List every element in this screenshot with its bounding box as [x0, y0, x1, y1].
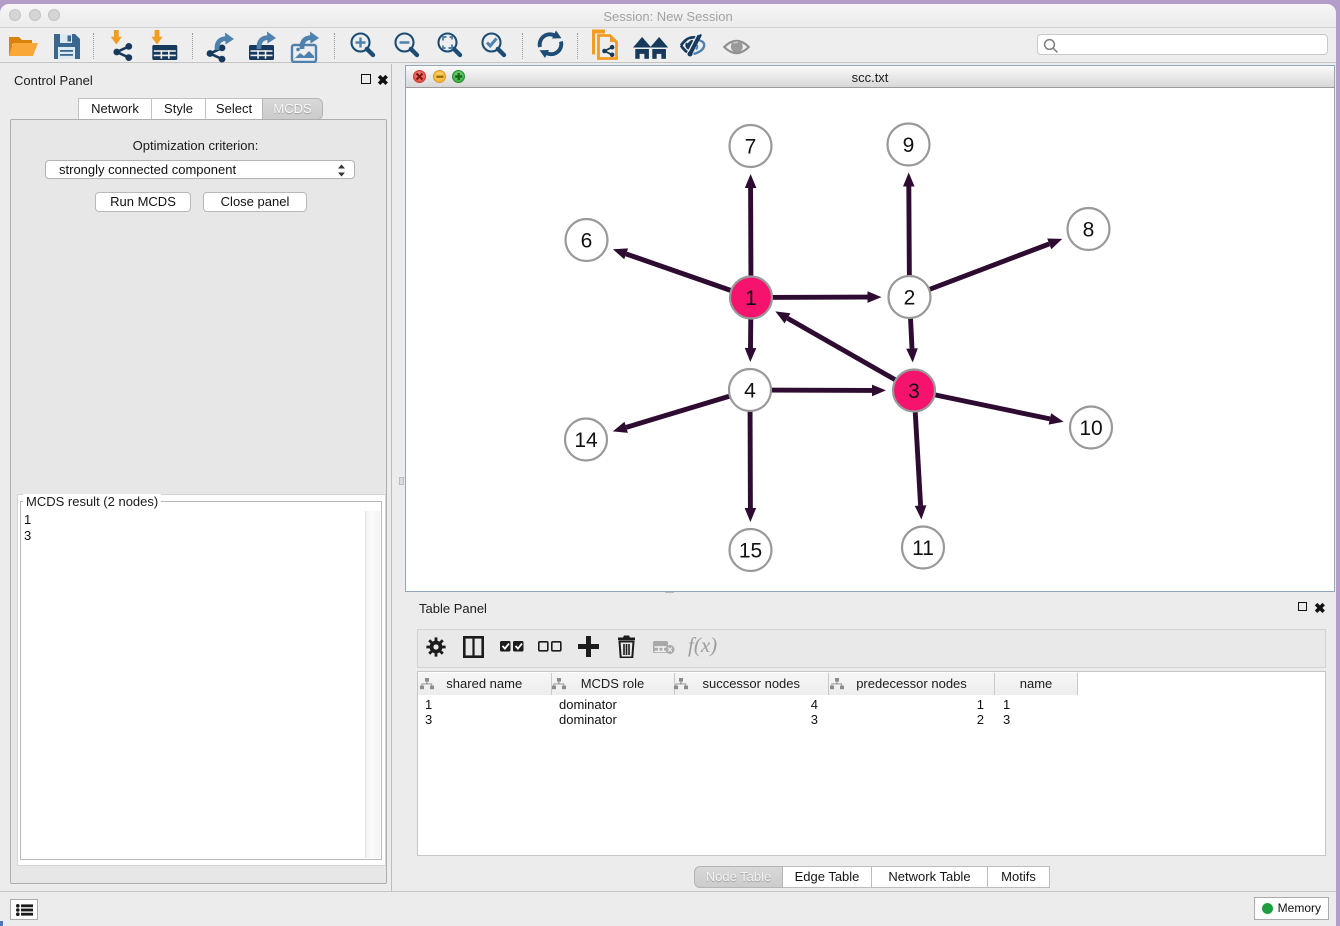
svg-text:4: 4 [744, 380, 756, 403]
svg-text:3: 3 [908, 380, 920, 403]
svg-text:6: 6 [581, 230, 593, 253]
svg-text:11: 11 [912, 537, 934, 560]
svg-text:8: 8 [1083, 219, 1095, 242]
svg-text:14: 14 [574, 429, 598, 452]
svg-text:15: 15 [739, 540, 762, 563]
svg-text:7: 7 [745, 136, 757, 159]
svg-text:10: 10 [1079, 417, 1102, 440]
svg-text:9: 9 [903, 134, 915, 157]
svg-text:1: 1 [745, 287, 757, 310]
svg-text:2: 2 [904, 287, 916, 310]
